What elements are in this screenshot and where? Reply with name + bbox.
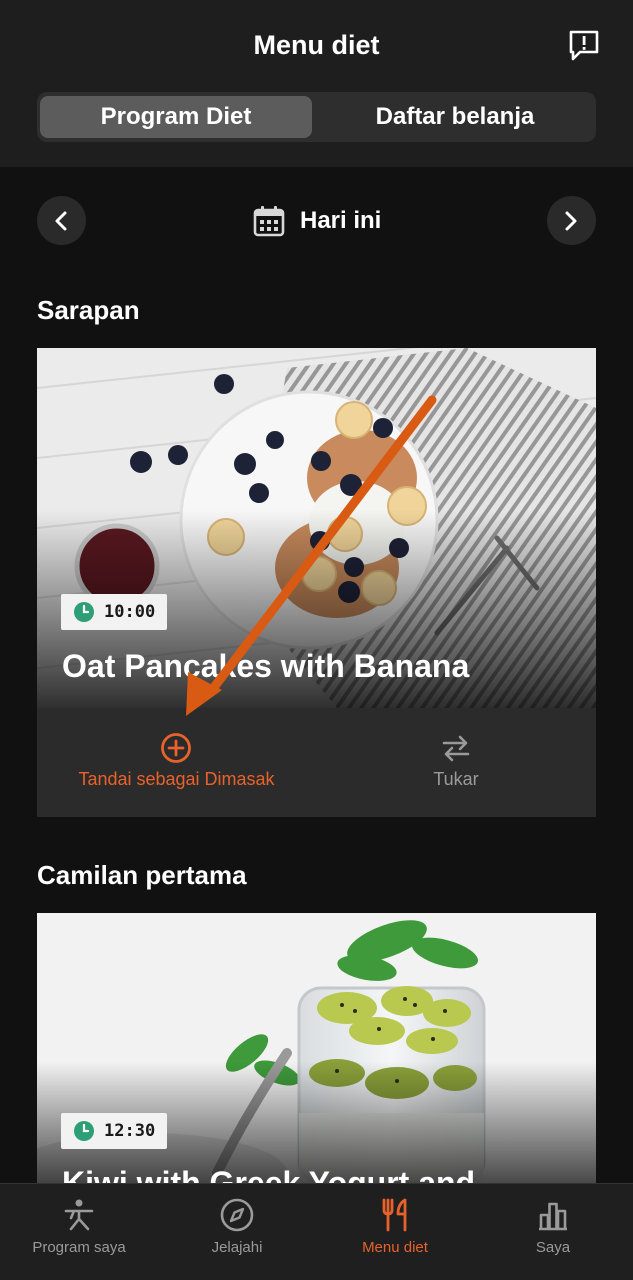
chevron-right-icon: [565, 211, 577, 231]
plus-circle-icon: [161, 733, 191, 763]
swap-arrows-icon: [442, 735, 470, 762]
meal-time: 10:00: [104, 602, 156, 622]
top-header: Menu diet Program Diet Daftar belanja: [0, 0, 633, 167]
fork-knife-icon: [382, 1198, 407, 1232]
date-selector[interactable]: Hari ini: [252, 203, 381, 239]
mark-cooked-label: Tandai sebagai Dimasak: [78, 769, 275, 789]
date-label: Hari ini: [300, 207, 382, 234]
bar-chart-icon: [539, 1202, 567, 1231]
section-title-first-snack: Camilan pertama: [37, 860, 247, 890]
tab-me[interactable]: Saya: [474, 1184, 632, 1280]
tab-explore[interactable]: Jelajahi: [158, 1184, 316, 1280]
compass-icon: [220, 1198, 254, 1232]
tab-my-program[interactable]: Program saya: [0, 1184, 158, 1280]
prev-day-button[interactable]: [37, 196, 86, 245]
meal-time: 12:30: [104, 1121, 156, 1141]
meal-card-actions: Tandai sebagai Dimasak Tukar: [37, 708, 596, 817]
tab-diet-menu[interactable]: Menu diet: [316, 1184, 474, 1280]
meal-card-image[interactable]: 12:30 Kiwi with Greek Yogurt and: [37, 913, 596, 1183]
meal-title: Kiwi with Greek Yogurt and: [62, 1165, 476, 1183]
clock-icon: [74, 602, 94, 622]
time-badge: 10:00: [61, 594, 168, 630]
tab-label: Jelajahi: [211, 1239, 263, 1256]
tab-label: Saya: [535, 1239, 571, 1256]
mark-cooked-button[interactable]: Tandai sebagai Dimasak: [37, 708, 316, 817]
next-day-button[interactable]: [547, 196, 596, 245]
chevron-left-icon: [55, 211, 67, 231]
segmented-control: Program Diet Daftar belanja: [37, 92, 596, 142]
clock-icon: [74, 1121, 94, 1141]
bottom-tab-bar: Program saya Jelajahi Menu diet Saya: [0, 1183, 633, 1280]
tab-label: Program saya: [32, 1239, 126, 1256]
calendar-icon: [253, 206, 285, 237]
feedback-icon[interactable]: [566, 28, 602, 64]
workout-figure-icon: [64, 1199, 94, 1231]
page-title: Menu diet: [253, 30, 380, 60]
time-badge: 12:30: [61, 1113, 168, 1149]
meal-title: Oat Pancakes with Banana: [62, 648, 470, 684]
tab-label: Menu diet: [362, 1239, 428, 1256]
tab-program-diet[interactable]: Program Diet: [40, 96, 312, 138]
swap-label: Tukar: [433, 769, 479, 789]
meal-card-image[interactable]: 10:00 Oat Pancakes with Banana: [37, 348, 596, 708]
swap-button[interactable]: Tukar: [316, 708, 596, 817]
section-title-breakfast: Sarapan: [37, 295, 140, 325]
tab-shopping-list[interactable]: Daftar belanja: [317, 96, 593, 138]
